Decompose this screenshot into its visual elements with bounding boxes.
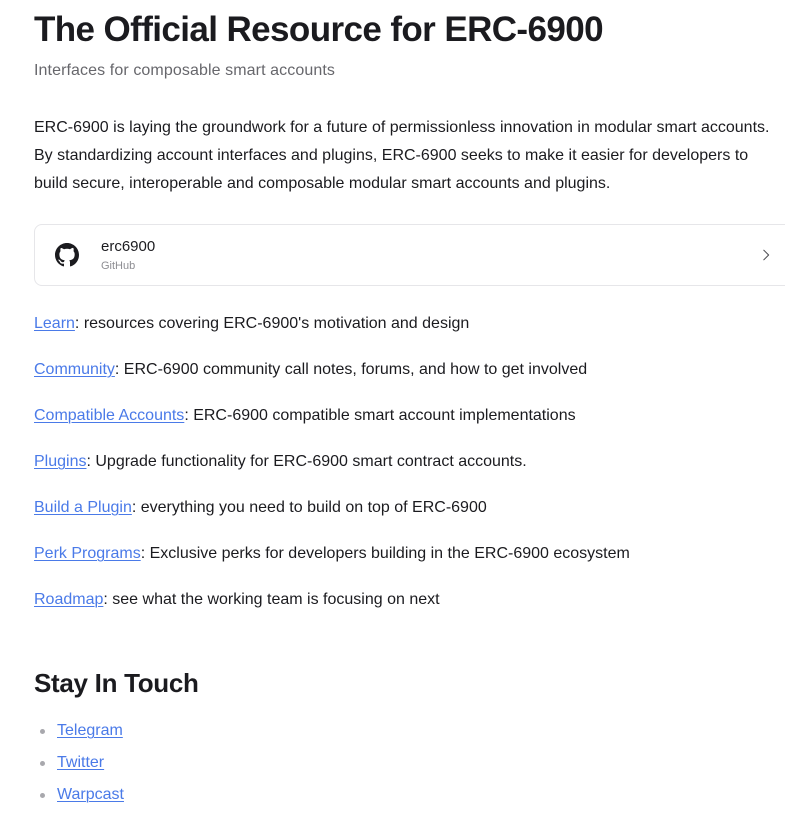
link-perk-programs[interactable]: Perk Programs (34, 545, 141, 562)
intro-paragraph: ERC-6900 is laying the groundwork for a … (34, 119, 770, 192)
link-warpcast[interactable]: Warpcast (57, 786, 124, 803)
resource-line-roadmap: Roadmap: see what the working team is fo… (34, 586, 785, 614)
page-title: The Official Resource for ERC-6900 (34, 10, 604, 49)
resource-links-list: Learn: resources covering ERC-6900's mot… (34, 310, 785, 614)
link-twitter[interactable]: Twitter (57, 754, 104, 771)
link-community[interactable]: Community (34, 361, 115, 378)
resource-line-compatible-accounts: Compatible Accounts: ERC-6900 compatible… (34, 402, 785, 430)
resource-description-roadmap: : see what the working team is focusing … (103, 591, 440, 608)
link-learn[interactable]: Learn (34, 315, 75, 332)
resource-description-learn: : resources covering ERC-6900's motivati… (74, 315, 470, 332)
github-card-text: erc6900 GitHub (101, 237, 759, 273)
page-subtitle: Interfaces for composable smart accounts (34, 62, 336, 79)
resource-description-build-a-plugin: : everything you need to build on top of… (131, 499, 487, 516)
resource-line-plugins: Plugins: Upgrade functionality for ERC-6… (34, 448, 785, 476)
resource-description-community: : ERC-6900 community call notes, forums,… (114, 361, 588, 378)
link-telegram[interactable]: Telegram (57, 722, 123, 739)
github-link-card[interactable]: erc6900 GitHub (34, 224, 785, 286)
list-item: Warpcast (34, 779, 785, 811)
github-icon (55, 243, 79, 267)
github-card-title: erc6900 (101, 238, 156, 255)
link-roadmap[interactable]: Roadmap (34, 591, 103, 608)
link-compatible-accounts[interactable]: Compatible Accounts (34, 407, 184, 424)
resource-description-plugins: : Upgrade functionality for ERC-6900 sma… (86, 453, 527, 470)
page-root: The Official Resource for ERC-6900 Inter… (0, 0, 785, 821)
stay-in-touch-heading: Stay In Touch (34, 668, 199, 698)
resource-line-community: Community: ERC-6900 community call notes… (34, 356, 785, 384)
resource-line-learn: Learn: resources covering ERC-6900's mot… (34, 310, 785, 338)
resource-description-perk-programs: : Exclusive perks for developers buildin… (140, 545, 630, 562)
resource-line-perk-programs: Perk Programs: Exclusive perks for devel… (34, 540, 785, 568)
github-card-subtitle: GitHub (101, 260, 136, 272)
social-links-list: Telegram Twitter Warpcast (34, 715, 785, 811)
chevron-right-icon (759, 248, 773, 262)
link-plugins[interactable]: Plugins (34, 453, 86, 470)
resource-description-compatible-accounts: : ERC-6900 compatible smart account impl… (184, 407, 576, 424)
list-item: Twitter (34, 747, 785, 779)
list-item: Telegram (34, 715, 785, 747)
link-build-a-plugin[interactable]: Build a Plugin (34, 499, 132, 516)
resource-line-build-a-plugin: Build a Plugin: everything you need to b… (34, 494, 785, 522)
